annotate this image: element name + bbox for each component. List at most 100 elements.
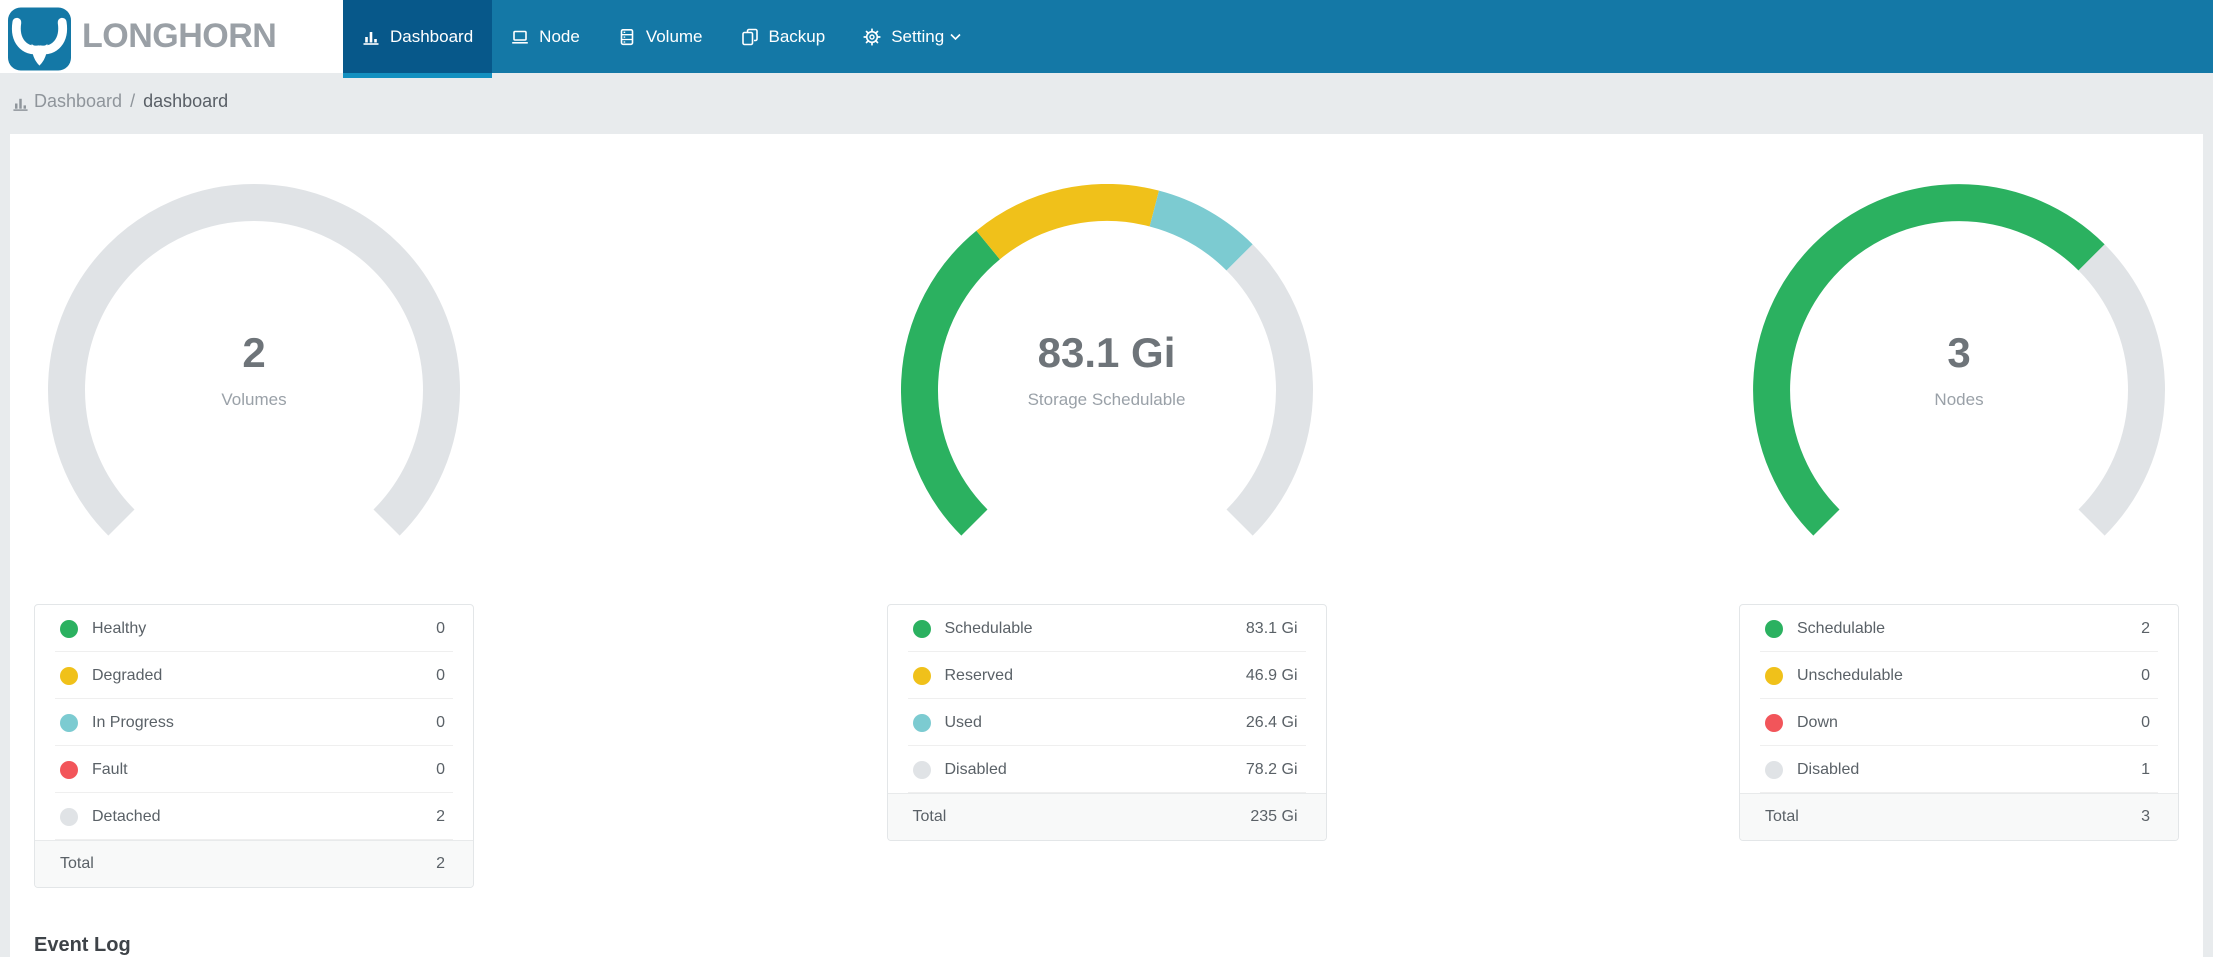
breadcrumb-current: dashboard bbox=[143, 91, 229, 111]
legend-row-degraded: Degraded 0 bbox=[35, 652, 473, 699]
legend-row-used: Used 26.4 Gi bbox=[888, 699, 1326, 746]
legend-dot bbox=[912, 619, 931, 638]
nav-label: Node bbox=[539, 26, 580, 46]
legend-dot bbox=[912, 666, 931, 685]
legend-label: Schedulable bbox=[944, 619, 1033, 637]
legend-row-schedulable: Schedulable 83.1 Gi bbox=[888, 605, 1326, 652]
legend-label: Disabled bbox=[944, 760, 1007, 778]
copy-icon bbox=[741, 28, 758, 45]
event-log-title: Event Log bbox=[34, 934, 131, 956]
nav-item-node[interactable]: Node bbox=[492, 0, 599, 73]
legend-row-down: Down 0 bbox=[1740, 699, 2178, 746]
gauge-center-label: Nodes bbox=[1934, 390, 1984, 410]
legend-value: 1 bbox=[2141, 760, 2150, 778]
legend-total-label: Total bbox=[1765, 808, 1799, 825]
legend-label: Disabled bbox=[1797, 760, 1860, 778]
gauge-center: 3 Nodes bbox=[1753, 329, 2165, 410]
legend-label: Down bbox=[1797, 713, 1838, 731]
legend-row-reserved: Reserved 46.9 Gi bbox=[888, 652, 1326, 699]
legend-row-in-progress: In Progress 0 bbox=[35, 699, 473, 746]
legend-dot bbox=[1765, 713, 1783, 732]
breadcrumb: Dashboard / dashboard bbox=[0, 73, 2213, 130]
brand-name: LONGHORN bbox=[82, 17, 277, 55]
legend-value: 0 bbox=[436, 619, 445, 637]
longhorn-bull-icon bbox=[8, 7, 71, 70]
gauge-panel-volumes: 2 Volumes Healthy 0 Degraded 0 In Progress 0 F… bbox=[34, 134, 474, 888]
legend-label: Degraded bbox=[92, 666, 163, 684]
breadcrumb-separator: / bbox=[130, 91, 136, 111]
legend-row-detached: Detached 2 bbox=[35, 793, 473, 840]
legend-total-value: 2 bbox=[436, 855, 445, 872]
gauge-center-value: 2 bbox=[242, 329, 266, 376]
legend-label: Unschedulable bbox=[1797, 666, 1903, 684]
legend-dot bbox=[60, 760, 78, 779]
gauge-center: 83.1 Gi Storage Schedulable bbox=[901, 329, 1313, 410]
gauge-center: 2 Volumes bbox=[48, 329, 460, 410]
legend-value: 0 bbox=[436, 666, 445, 684]
legend-dot bbox=[1765, 760, 1783, 779]
legend-total-label: Total bbox=[912, 808, 947, 825]
gauge-panel-nodes: 3 Nodes Schedulable 2 Unschedulable 0 Down 0 D… bbox=[1739, 134, 2179, 888]
legend-dot bbox=[1765, 666, 1783, 685]
gauges-row: 2 Volumes Healthy 0 Degraded 0 In Progress 0 F… bbox=[34, 134, 2179, 888]
legend-dot bbox=[912, 760, 931, 779]
legend-value: 83.1 Gi bbox=[1245, 619, 1298, 637]
gauge-center-label: Volumes bbox=[221, 390, 287, 410]
legend-label: Detached bbox=[92, 807, 161, 825]
breadcrumb-chart-icon bbox=[13, 98, 28, 111]
legend-row-disabled: Disabled 78.2 Gi bbox=[888, 746, 1326, 793]
legend-value: 0 bbox=[436, 713, 445, 731]
nav-item-backup[interactable]: Backup bbox=[722, 0, 845, 73]
nodes-legend-table: Schedulable 2 Unschedulable 0 Down 0 Disabled 1… bbox=[1739, 604, 2179, 841]
volumes-legend-table: Healthy 0 Degraded 0 In Progress 0 Fault 0 Detac… bbox=[34, 604, 474, 888]
legend-value: 2 bbox=[436, 807, 445, 825]
legend-label: Used bbox=[944, 713, 982, 731]
gauge-center-value: 83.1 Gi bbox=[1037, 329, 1176, 376]
nav-label: Backup bbox=[768, 26, 826, 46]
storage-gauge: 83.1 Gi Storage Schedulable bbox=[900, 184, 1313, 596]
legend-label: In Progress bbox=[92, 713, 174, 731]
nodes-gauge: 3 Nodes bbox=[1753, 184, 2165, 596]
main-area: 2 Volumes Healthy 0 Degraded 0 In Progress 0 F… bbox=[0, 130, 2213, 957]
database-icon bbox=[620, 28, 634, 45]
legend-value: 78.2 Gi bbox=[1245, 760, 1298, 778]
nav-item-volume[interactable]: Volume bbox=[599, 0, 722, 73]
legend-total-row: Total 235 Gi bbox=[887, 793, 1326, 840]
gauge-center-value: 3 bbox=[1947, 329, 1971, 376]
gauge-center-label: Storage Schedulable bbox=[1027, 390, 1186, 410]
legend-row-disabled: Disabled 1 bbox=[1740, 746, 2178, 793]
legend-dot bbox=[60, 666, 78, 685]
legend-value: 0 bbox=[2141, 713, 2150, 731]
legend-total-label: Total bbox=[60, 855, 94, 872]
volumes-gauge: 2 Volumes bbox=[48, 184, 460, 596]
legend-row-healthy: Healthy 0 bbox=[35, 605, 473, 652]
gear-icon bbox=[863, 27, 881, 46]
legend-label: Schedulable bbox=[1797, 619, 1886, 637]
content-card: 2 Volumes Healthy 0 Degraded 0 In Progress 0 F… bbox=[10, 134, 2203, 957]
legend-total-value: 235 Gi bbox=[1250, 808, 1298, 825]
legend-dot bbox=[1765, 619, 1783, 638]
chevron-down-icon bbox=[950, 33, 961, 40]
legend-row-fault: Fault 0 bbox=[35, 746, 473, 793]
legend-total-row: Total 2 bbox=[35, 840, 473, 887]
main-nav: Dashboard Node Volume Backup Setting bbox=[343, 0, 980, 78]
nav-label: Volume bbox=[645, 26, 703, 46]
legend-dot bbox=[60, 619, 78, 638]
storage-legend-table: Schedulable 83.1 Gi Reserved 46.9 Gi Used 26.… bbox=[886, 604, 1327, 841]
breadcrumb-section[interactable]: Dashboard bbox=[34, 91, 122, 112]
nav-item-dashboard[interactable]: Dashboard bbox=[343, 0, 493, 78]
legend-label: Fault bbox=[92, 760, 128, 778]
legend-label: Reserved bbox=[944, 666, 1013, 684]
nav-label: Dashboard bbox=[390, 26, 474, 46]
nav-item-setting[interactable]: Setting bbox=[844, 0, 980, 73]
legend-row-schedulable: Schedulable 2 bbox=[1740, 605, 2178, 652]
nav-label: Setting bbox=[891, 26, 945, 46]
legend-total-row: Total 3 bbox=[1740, 793, 2178, 840]
legend-row-unschedulable: Unschedulable 0 bbox=[1740, 652, 2178, 699]
brand-logo[interactable]: LONGHORN bbox=[0, 0, 343, 73]
gauge-segment-used bbox=[1148, 190, 1253, 271]
legend-total-value: 3 bbox=[2141, 808, 2150, 825]
bar-chart-icon bbox=[363, 31, 379, 45]
legend-value: 2 bbox=[2141, 619, 2150, 637]
legend-dot bbox=[60, 807, 78, 826]
